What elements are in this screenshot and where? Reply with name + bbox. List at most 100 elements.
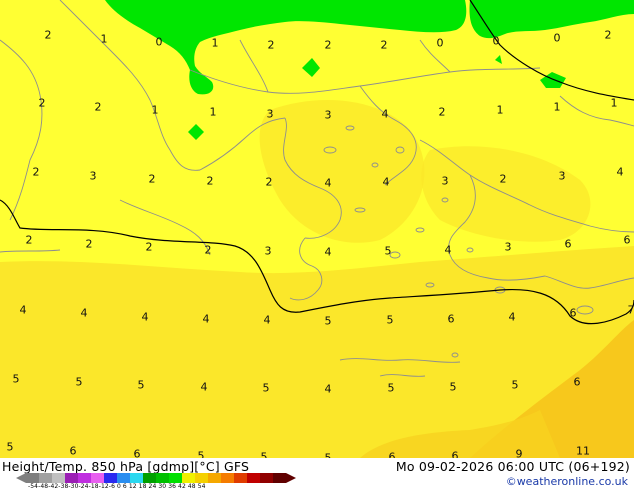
map-value-label: 2 — [32, 165, 40, 179]
colorbar-swatch — [169, 473, 182, 483]
map-value-label: 2 — [25, 233, 33, 247]
map-value-label: 2 — [85, 237, 93, 251]
colorbar-swatch — [52, 473, 65, 483]
colorbar-swatch — [104, 473, 117, 483]
color-scale-bar — [16, 473, 296, 483]
map-value-label: 4 — [381, 107, 389, 121]
map-value-label: 5 — [75, 375, 83, 389]
colorbar-right-tip — [286, 473, 296, 483]
colorbar-swatch — [117, 473, 130, 483]
map-value-label: 4 — [444, 243, 452, 257]
map-value-label: 2 — [267, 38, 275, 52]
map-value-label: 5 — [197, 449, 205, 459]
map-value-label: 5 — [6, 440, 14, 454]
map-value-label: 4 — [202, 312, 210, 326]
map-value-label: 4 — [616, 165, 624, 179]
map-value-label: 2 — [380, 38, 388, 52]
map-value-label: 3 — [504, 240, 512, 254]
map-value-label: 5 — [12, 372, 20, 386]
map-value-label: 2 — [265, 175, 273, 189]
map-value-label: 6 — [564, 237, 572, 251]
map-value-label: 4 — [141, 310, 149, 324]
map-value-label: 0 — [155, 35, 163, 49]
colorbar-swatch — [234, 473, 247, 483]
colorbar-swatch — [26, 473, 39, 483]
map-value-label: 4 — [19, 303, 27, 317]
map-value-label: 6 — [573, 375, 581, 389]
map-value-label: 5 — [511, 378, 519, 392]
colorbar-swatch — [195, 473, 208, 483]
map-value-label: 1 — [100, 32, 108, 46]
map-value-label: 3 — [264, 244, 272, 258]
map-value-label: 4 — [508, 310, 516, 324]
colorbar-swatch — [260, 473, 273, 483]
map-value-label: 5 — [384, 244, 392, 258]
color-scale-labels: -54-48-42-38-30-24-18-12-6 0 6 12 18 24 … — [28, 483, 206, 490]
map-value-label: 1 — [211, 36, 219, 50]
map-value-label: 1 — [209, 105, 217, 119]
colorbar-swatch — [39, 473, 52, 483]
map-value-label: 5 — [449, 380, 457, 394]
map-value-label: 11 — [576, 444, 590, 458]
map-value-label: 1 — [610, 96, 618, 110]
map-value-label: 6 — [447, 312, 455, 326]
forecast-datetime: Mo 09-02-2026 06:00 UTC (06+192) — [395, 459, 630, 474]
colorbar-swatch — [143, 473, 156, 483]
colorbar-swatch — [247, 473, 260, 483]
map-value-label: 5 — [137, 378, 145, 392]
map-value-label: 6 — [569, 306, 577, 320]
map-value-label: 4 — [200, 380, 208, 394]
map-value-label: 3 — [266, 107, 274, 121]
map-value-label: 0 — [492, 34, 500, 48]
weather-map: 2101222000222113342111232224432342222345… — [0, 0, 634, 458]
map-value-label: 5 — [386, 313, 394, 327]
map-value-label: 5 — [260, 450, 268, 459]
map-value-label: 6 — [623, 233, 631, 247]
colorbar-swatch — [78, 473, 91, 483]
colorbar-swatch — [65, 473, 78, 483]
map-value-label: 3 — [558, 169, 566, 183]
colorbar-swatch — [221, 473, 234, 483]
map-value-label: 4 — [324, 245, 332, 259]
colorbar-swatch — [182, 473, 195, 483]
map-value-label: 6 — [69, 444, 77, 458]
colorbar-swatch — [208, 473, 221, 483]
colorbar-left-tip — [16, 473, 26, 483]
map-value-label: 4 — [324, 382, 332, 396]
map-value-label: 2 — [148, 172, 156, 186]
footer: Height/Temp. 850 hPa [gdmp][°C] GFS Mo 0… — [0, 458, 634, 490]
colorbar-swatch — [156, 473, 169, 483]
map-value-label: 2 — [324, 38, 332, 52]
map-value-label: 4 — [324, 176, 332, 190]
map-value-label: 2 — [145, 240, 153, 254]
map-value-label: 7 — [627, 303, 634, 317]
map-value-label: 4 — [382, 175, 390, 189]
colorbar-swatch — [91, 473, 104, 483]
map-canvas — [0, 0, 634, 458]
map-value-label: 1 — [151, 103, 159, 117]
colorbar-swatch — [273, 473, 286, 483]
map-value-label: 2 — [438, 105, 446, 119]
map-value-label: 1 — [553, 100, 561, 114]
map-value-label: 2 — [94, 100, 102, 114]
colorbar-swatch — [130, 473, 143, 483]
map-value-label: 9 — [515, 447, 523, 459]
map-value-label: 3 — [441, 174, 449, 188]
map-title: Height/Temp. 850 hPa [gdmp][°C] GFS — [2, 459, 250, 474]
map-value-label: 5 — [324, 314, 332, 328]
map-value-label: 2 — [206, 174, 214, 188]
map-value-label: 6 — [451, 449, 459, 459]
map-value-label: 4 — [80, 306, 88, 320]
map-value-label: 2 — [38, 96, 46, 110]
map-value-label: 4 — [263, 313, 271, 327]
map-value-label: 3 — [89, 169, 97, 183]
map-value-label: 2 — [604, 28, 612, 42]
map-value-label: 3 — [324, 108, 332, 122]
map-value-label: 1 — [496, 103, 504, 117]
map-value-label: 2 — [204, 243, 212, 257]
credit-link[interactable]: ©weatheronline.co.uk — [506, 475, 628, 488]
map-value-label: 0 — [553, 31, 561, 45]
map-value-label: 5 — [387, 381, 395, 395]
map-value-label: 0 — [436, 36, 444, 50]
map-value-label: 6 — [388, 450, 396, 459]
